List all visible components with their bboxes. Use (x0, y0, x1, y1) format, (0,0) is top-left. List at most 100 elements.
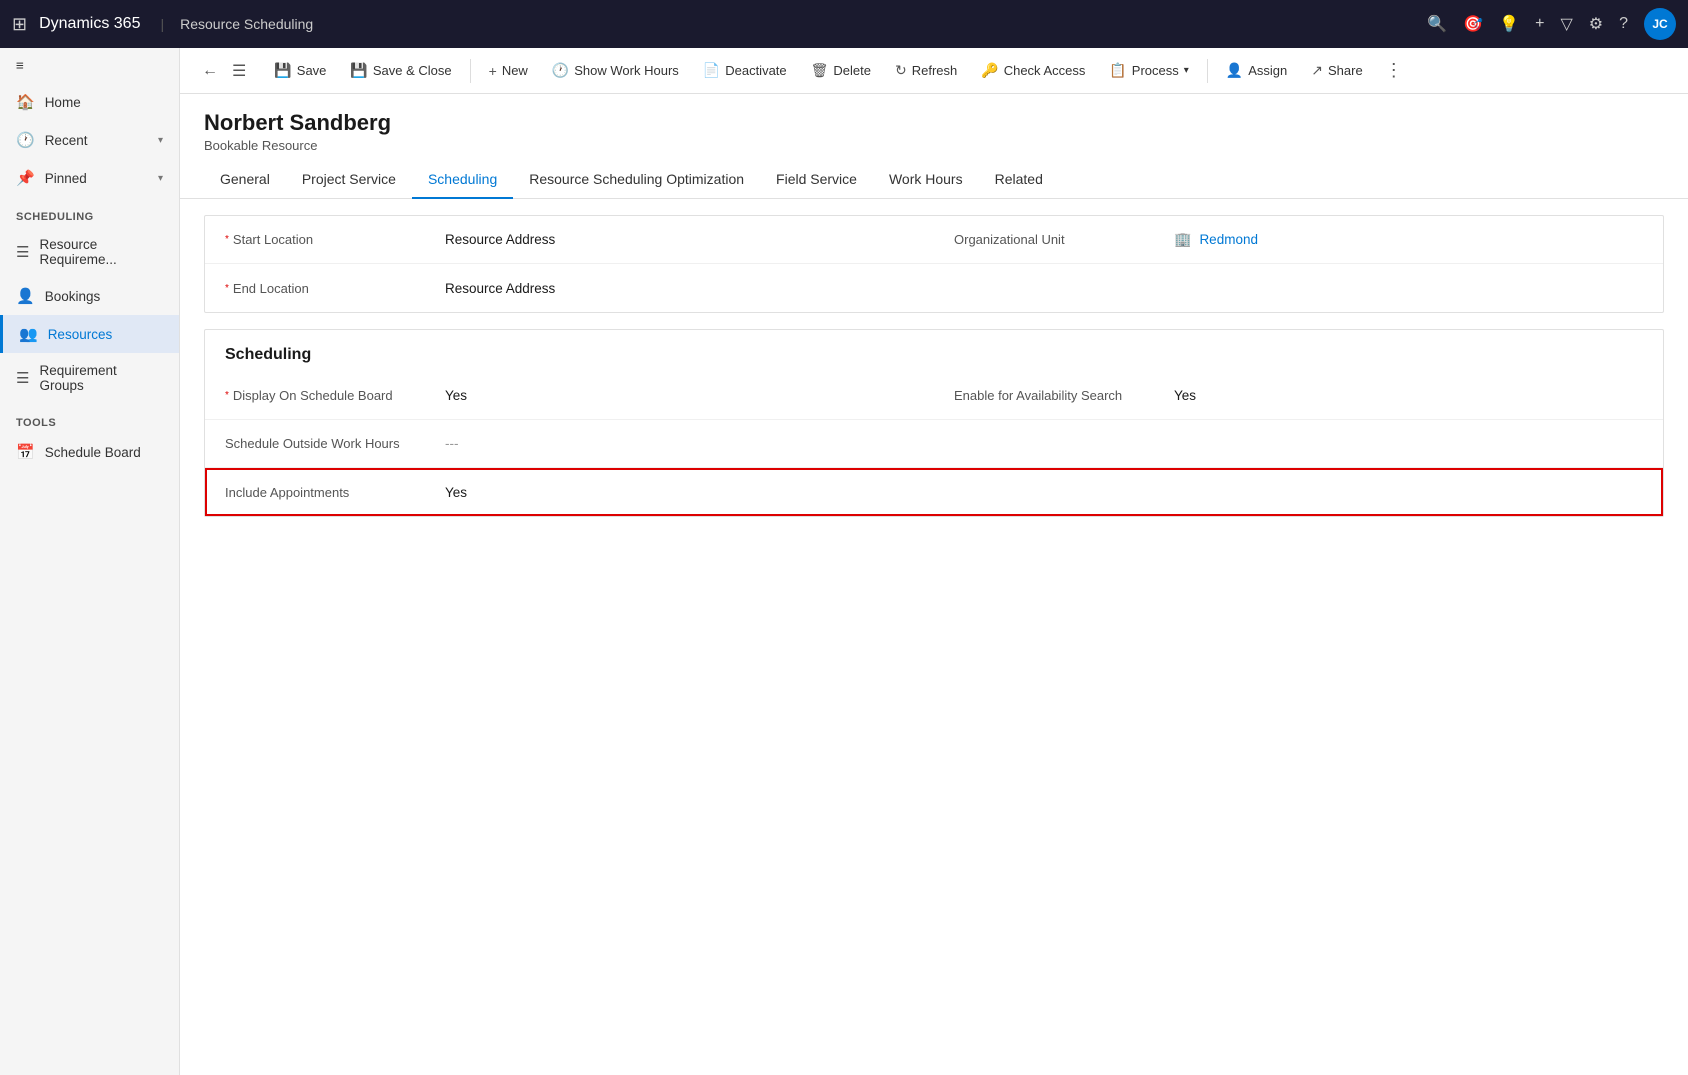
sidebar-item-bookings-label: Bookings (45, 289, 101, 304)
start-location-label: * Start Location (225, 232, 445, 247)
user-icon: 👤 (16, 287, 35, 305)
list-view-button[interactable]: ☰ (226, 57, 252, 85)
tab-work-hours[interactable]: Work Hours (873, 161, 979, 199)
sidebar-item-home[interactable]: 🏠 Home (0, 83, 179, 121)
org-unit-label: Organizational Unit (954, 232, 1174, 247)
sidebar: ≡ 🏠 Home 🕐 Recent ▾ 📌 Pinned ▾ Schedulin… (0, 48, 180, 1075)
assign-icon: 👤 (1226, 62, 1243, 79)
save-close-button[interactable]: 💾 Save & Close (340, 56, 461, 85)
record-header: Norbert Sandberg Bookable Resource (180, 94, 1688, 161)
scheduling-section-title: Scheduling (205, 330, 1663, 372)
sidebar-item-rr-label: Resource Requireme... (39, 237, 163, 267)
required-star: * (225, 234, 229, 245)
process-button[interactable]: 📋 Process ▾ (1099, 56, 1198, 85)
recent-icon: 🕐 (16, 131, 35, 149)
tab-related[interactable]: Related (979, 161, 1059, 199)
display-on-board-label: * Display On Schedule Board (225, 388, 445, 403)
filter-icon[interactable]: ▽ (1560, 14, 1572, 34)
trash-icon: 🗑 (811, 62, 829, 79)
sidebar-item-recent-label: Recent (45, 133, 88, 148)
tab-rso[interactable]: Resource Scheduling Optimization (513, 161, 760, 199)
check-access-button[interactable]: 🔑 Check Access (971, 56, 1095, 85)
deactivate-button[interactable]: 📄 Deactivate (693, 56, 797, 85)
add-icon[interactable]: + (1535, 15, 1544, 33)
content-area: ← ☰ 💾 Save 💾 Save & Close + New 🕐 Show W… (180, 48, 1688, 1075)
home-icon: 🏠 (16, 93, 35, 111)
end-location-value: Resource Address (445, 281, 914, 296)
app-name: Resource Scheduling (180, 16, 313, 32)
sidebar-item-rg-label: Requirement Groups (39, 363, 163, 393)
sidebar-item-requirement-groups[interactable]: ☰ Requirement Groups (0, 353, 179, 403)
groups-icon: ☰ (16, 369, 29, 387)
include-appointments-row: Include Appointments Yes (205, 468, 1663, 516)
chevron-down-icon: ▾ (158, 135, 163, 146)
page-content: Norbert Sandberg Bookable Resource Gener… (180, 94, 1688, 1075)
sidebar-collapse-button[interactable]: ≡ (0, 48, 179, 83)
share-button[interactable]: ↗ Share (1301, 56, 1372, 85)
delete-button[interactable]: 🗑 Delete (801, 56, 881, 85)
process-chevron-icon: ▾ (1184, 65, 1189, 76)
end-location-label: * End Location (225, 281, 445, 296)
record-name: Norbert Sandberg (204, 110, 1664, 136)
include-appointments-value: Yes (445, 485, 914, 500)
sidebar-item-pinned[interactable]: 📌 Pinned ▾ (0, 159, 179, 197)
tab-general[interactable]: General (204, 161, 286, 199)
sidebar-item-schedule-board[interactable]: 📅 Schedule Board (0, 433, 179, 471)
display-on-board-value: Yes (445, 388, 914, 403)
toolbar-divider-2 (1207, 59, 1208, 83)
sidebar-section-scheduling: Scheduling (0, 197, 179, 227)
save-close-icon: 💾 (350, 62, 367, 79)
sidebar-item-resources[interactable]: 👥 Resources (0, 315, 179, 353)
key-icon: 🔑 (981, 62, 998, 79)
new-button[interactable]: + New (479, 57, 538, 85)
toolbar-divider-1 (470, 59, 471, 83)
org-unit-value[interactable]: Redmond (1199, 232, 1258, 247)
help-icon[interactable]: ? (1619, 15, 1628, 33)
show-work-hours-button[interactable]: 🕐 Show Work Hours (542, 56, 689, 85)
required-star-end: * (225, 283, 229, 294)
top-nav-icons: 🔍 🎯 💡 + ▽ ⚙ ? JC (1427, 8, 1676, 40)
main-layout: ≡ 🏠 Home 🕐 Recent ▾ 📌 Pinned ▾ Schedulin… (0, 48, 1688, 1075)
sidebar-item-sb-label: Schedule Board (45, 445, 141, 460)
sidebar-item-resource-requirements[interactable]: ☰ Resource Requireme... (0, 227, 179, 277)
display-on-board-row: * Display On Schedule Board Yes Enable f… (205, 372, 1663, 420)
end-location-row: * End Location Resource Address (205, 264, 1663, 312)
new-icon: + (489, 63, 497, 79)
users-icon: 👥 (19, 325, 38, 343)
record-tabs: General Project Service Scheduling Resou… (180, 161, 1688, 199)
tab-scheduling[interactable]: Scheduling (412, 161, 513, 199)
top-navigation: ⊞ Dynamics 365 | Resource Scheduling 🔍 🎯… (0, 0, 1688, 48)
grid-icon[interactable]: ⊞ (12, 14, 27, 35)
more-options-button[interactable]: ⋮ (1377, 56, 1411, 85)
schedule-outside-value: --- (445, 436, 914, 451)
sidebar-item-pinned-label: Pinned (45, 171, 87, 186)
settings-icon[interactable]: ⚙ (1589, 14, 1603, 34)
required-star-board: * (225, 390, 229, 401)
include-appointments-label: Include Appointments (225, 485, 445, 500)
tab-project-service[interactable]: Project Service (286, 161, 412, 199)
sidebar-item-recent[interactable]: 🕐 Recent ▾ (0, 121, 179, 159)
scheduling-section: Scheduling * Display On Schedule Board Y… (204, 329, 1664, 517)
lightbulb-icon[interactable]: 💡 (1499, 14, 1519, 34)
back-button[interactable]: ← (196, 58, 224, 84)
search-icon[interactable]: 🔍 (1427, 14, 1447, 34)
sidebar-item-resources-label: Resources (48, 327, 113, 342)
save-icon: 💾 (274, 62, 291, 79)
start-location-row: * Start Location Resource Address Organi… (205, 216, 1663, 264)
user-avatar[interactable]: JC (1644, 8, 1676, 40)
share-icon: ↗ (1311, 62, 1323, 79)
sidebar-item-bookings[interactable]: 👤 Bookings (0, 277, 179, 315)
clock-icon: 🕐 (552, 62, 569, 79)
org-icon: 🏢 (1174, 231, 1191, 248)
deactivate-icon: 📄 (703, 62, 720, 79)
schedule-outside-row: Schedule Outside Work Hours --- (205, 420, 1663, 468)
start-location-value: Resource Address (445, 232, 914, 247)
tab-field-service[interactable]: Field Service (760, 161, 873, 199)
sidebar-section-tools: Tools (0, 403, 179, 433)
target-icon[interactable]: 🎯 (1463, 14, 1483, 34)
refresh-button[interactable]: ↻ Refresh (885, 56, 967, 85)
assign-button[interactable]: 👤 Assign (1216, 56, 1297, 85)
location-section: * Start Location Resource Address Organi… (204, 215, 1664, 313)
refresh-icon: ↻ (895, 62, 907, 79)
save-button[interactable]: 💾 Save (264, 56, 336, 85)
